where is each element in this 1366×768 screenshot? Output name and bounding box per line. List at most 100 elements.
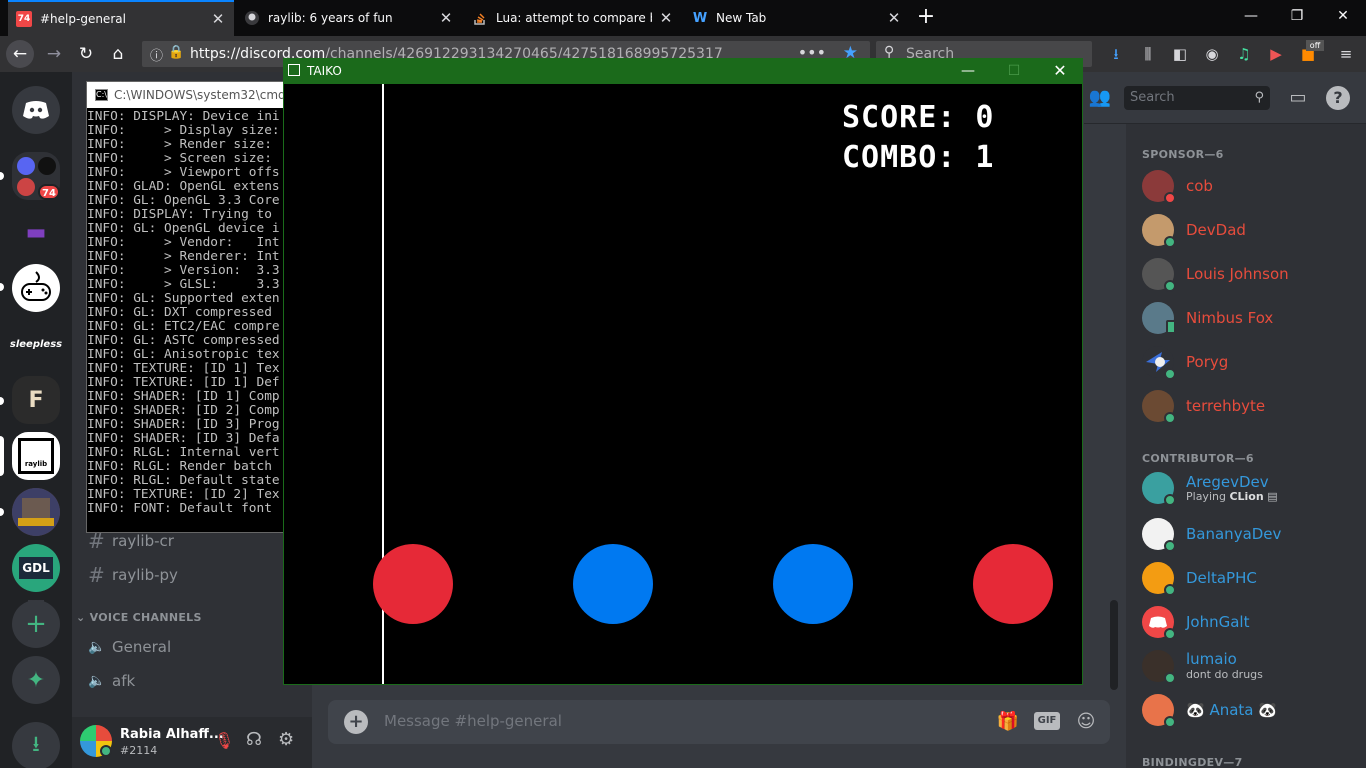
gift-icon[interactable]: 🎁 xyxy=(996,710,1020,734)
mute-mic-icon[interactable]: 🎙 xyxy=(214,731,234,750)
forward-button[interactable]: → xyxy=(40,40,68,68)
dnd-status-icon xyxy=(1164,192,1176,204)
gif-button[interactable]: GIF xyxy=(1034,712,1060,730)
member-item[interactable]: 🐼 Anata 🐼 xyxy=(1142,690,1362,730)
back-button[interactable]: ← xyxy=(6,40,34,68)
combo-display: COMBO: 1 xyxy=(842,140,995,175)
mention-badge: 74 xyxy=(38,184,60,200)
maximize-button[interactable]: ☐ xyxy=(991,58,1037,84)
game-server-icon[interactable] xyxy=(12,488,60,536)
role-header-bindingdev: BINDINGDEV—7 xyxy=(1142,756,1243,768)
member-item[interactable]: Poryg xyxy=(1142,342,1362,382)
member-list-icon[interactable]: 👥 xyxy=(1088,86,1112,110)
close-tab-icon[interactable]: ✕ xyxy=(886,9,902,27)
channel-name: afk xyxy=(112,672,136,690)
headphones-icon[interactable]: ☊ xyxy=(246,729,262,750)
game-window[interactable]: TAIKO — ☐ ✕ SCORE: 0 COMBO: 1 xyxy=(283,58,1083,685)
member-item[interactable]: DevDad xyxy=(1142,210,1362,250)
member-item[interactable]: DeltaPHC xyxy=(1142,558,1362,598)
emoji-icon[interactable]: ☺ xyxy=(1074,710,1098,734)
console-line: INFO: TEXTURE: [ID 2] Tex xyxy=(87,487,280,502)
channel-name: General xyxy=(112,638,172,656)
channel-raylib-py[interactable]: # raylib-py xyxy=(88,563,178,587)
tab-help-general[interactable]: 74 #help-general ✕ xyxy=(8,0,234,36)
explore-servers-icon[interactable]: ✦ xyxy=(12,656,60,704)
console-line: INFO: TEXTURE: [ID 1] Def xyxy=(87,375,280,390)
tab-raylib-blog[interactable]: raylib: 6 years of fun ✕ xyxy=(236,0,462,36)
voice-channel-afk[interactable]: 🔈 afk xyxy=(88,672,135,690)
member-item[interactable]: terrehbyte xyxy=(1142,386,1362,426)
member-item[interactable]: cob xyxy=(1142,166,1362,206)
folder-icon[interactable]: ▬ xyxy=(12,208,60,256)
gamepad-server-icon[interactable] xyxy=(12,264,60,312)
console-icon: C:\ xyxy=(95,89,108,101)
text-channel-icon: # xyxy=(88,563,105,587)
note-red xyxy=(373,544,453,624)
download-apps-icon[interactable]: ⭳ xyxy=(12,722,60,768)
home-button[interactable]: ⌂ xyxy=(104,40,132,68)
new-tab-button[interactable]: + xyxy=(912,4,940,32)
anvil-server-icon[interactable]: F xyxy=(12,376,60,424)
chat-scrollbar[interactable] xyxy=(1110,600,1118,690)
console-line: INFO: > Version: 3.3 xyxy=(87,263,280,278)
restore-window-button[interactable]: ❐ xyxy=(1274,0,1320,32)
member-list: SPONSOR—6 cob DevDad Louis Johnson Nimbu… xyxy=(1126,124,1366,768)
online-status-icon xyxy=(1164,672,1176,684)
console-line: INFO: FONT: Default font xyxy=(87,501,272,516)
close-tab-icon[interactable]: ✕ xyxy=(438,9,454,27)
speaker-icon: 🔈 xyxy=(88,639,106,655)
member-name: JohnGalt xyxy=(1186,613,1250,631)
member-item[interactable]: Louis Johnson xyxy=(1142,254,1362,294)
message-input[interactable]: + Message #help-general 🎁 GIF ☺ xyxy=(328,700,1110,744)
menu-hamburger-icon[interactable]: ≡ xyxy=(1336,44,1356,64)
voice-channels-header[interactable]: ⌄ VOICE CHANNELS xyxy=(76,611,202,624)
discord-home-icon[interactable] xyxy=(12,86,60,134)
console-line: INFO: GL: Supported exten xyxy=(87,291,280,306)
online-status-icon xyxy=(1164,716,1176,728)
download-icon[interactable]: ⭳ xyxy=(1106,44,1126,64)
member-name: lumaio xyxy=(1186,650,1237,668)
game-titlebar[interactable]: TAIKO — ☐ ✕ xyxy=(283,58,1083,84)
member-item[interactable]: lumaio dont do drugs xyxy=(1142,646,1362,686)
gdl-server-icon[interactable]: GDL xyxy=(12,544,60,592)
discord-search-input[interactable]: Search ⚲ xyxy=(1124,86,1270,110)
inbox-icon[interactable]: ▭ xyxy=(1286,86,1310,110)
member-item[interactable]: AregevDev Playing CLion ▤ xyxy=(1142,468,1362,508)
sidebar-icon[interactable]: ◧ xyxy=(1170,44,1190,64)
online-status-icon xyxy=(1164,584,1176,596)
music-extension-icon[interactable]: ♫ xyxy=(1234,44,1254,64)
member-activity: Playing CLion ▤ xyxy=(1186,490,1278,503)
console-output: INFO: DISPLAY: Device ini INFO: > Display… xyxy=(87,110,280,516)
console-titlebar[interactable]: C:\ C:\WINDOWS\system32\cmd.exe xyxy=(87,82,283,108)
online-status-icon xyxy=(1164,540,1176,552)
close-window-button[interactable]: ✕ xyxy=(1320,0,1366,32)
minimize-window-button[interactable]: — xyxy=(1228,0,1274,32)
member-custom-status: dont do drugs xyxy=(1186,668,1263,681)
member-name: cob xyxy=(1186,177,1213,195)
site-info-icon[interactable]: ⓘ xyxy=(150,45,163,64)
reload-button[interactable]: ↻ xyxy=(72,40,100,68)
close-tab-icon[interactable]: ✕ xyxy=(210,10,226,28)
member-name: Nimbus Fox xyxy=(1186,309,1274,327)
upload-plus-icon[interactable]: + xyxy=(344,710,368,734)
console-window[interactable]: C:\ C:\WINDOWS\system32\cmd.exe INFO: DI… xyxy=(86,81,284,533)
add-server-icon[interactable]: + xyxy=(12,600,60,648)
raylib-server-icon[interactable]: raylib xyxy=(12,432,60,480)
library-icon[interactable]: ⫼ xyxy=(1138,44,1158,64)
tab-new-tab[interactable]: W New Tab ✕ xyxy=(684,0,910,36)
close-button[interactable]: ✕ xyxy=(1037,58,1083,84)
game-canvas[interactable]: SCORE: 0 COMBO: 1 xyxy=(284,84,1082,684)
settings-gear-icon[interactable]: ⚙ xyxy=(278,729,294,750)
member-item[interactable]: Nimbus Fox xyxy=(1142,298,1362,338)
close-tab-icon[interactable]: ✕ xyxy=(658,9,674,27)
minimize-button[interactable]: — xyxy=(945,58,991,84)
voice-channel-general[interactable]: 🔈 General xyxy=(88,638,171,656)
tab-stackoverflow[interactable]: Lua: attempt to compare boole ✕ xyxy=(464,0,682,36)
member-item[interactable]: BananyaDev xyxy=(1142,514,1362,554)
help-icon[interactable]: ? xyxy=(1326,86,1350,110)
sleepless-server-icon[interactable]: sleepless xyxy=(10,320,62,368)
account-icon[interactable]: ◉ xyxy=(1202,44,1222,64)
member-item[interactable]: JohnGalt xyxy=(1142,602,1362,642)
pocket-extension-icon[interactable]: ▶ xyxy=(1266,44,1286,64)
search-icon: ⚲ xyxy=(1254,90,1264,105)
